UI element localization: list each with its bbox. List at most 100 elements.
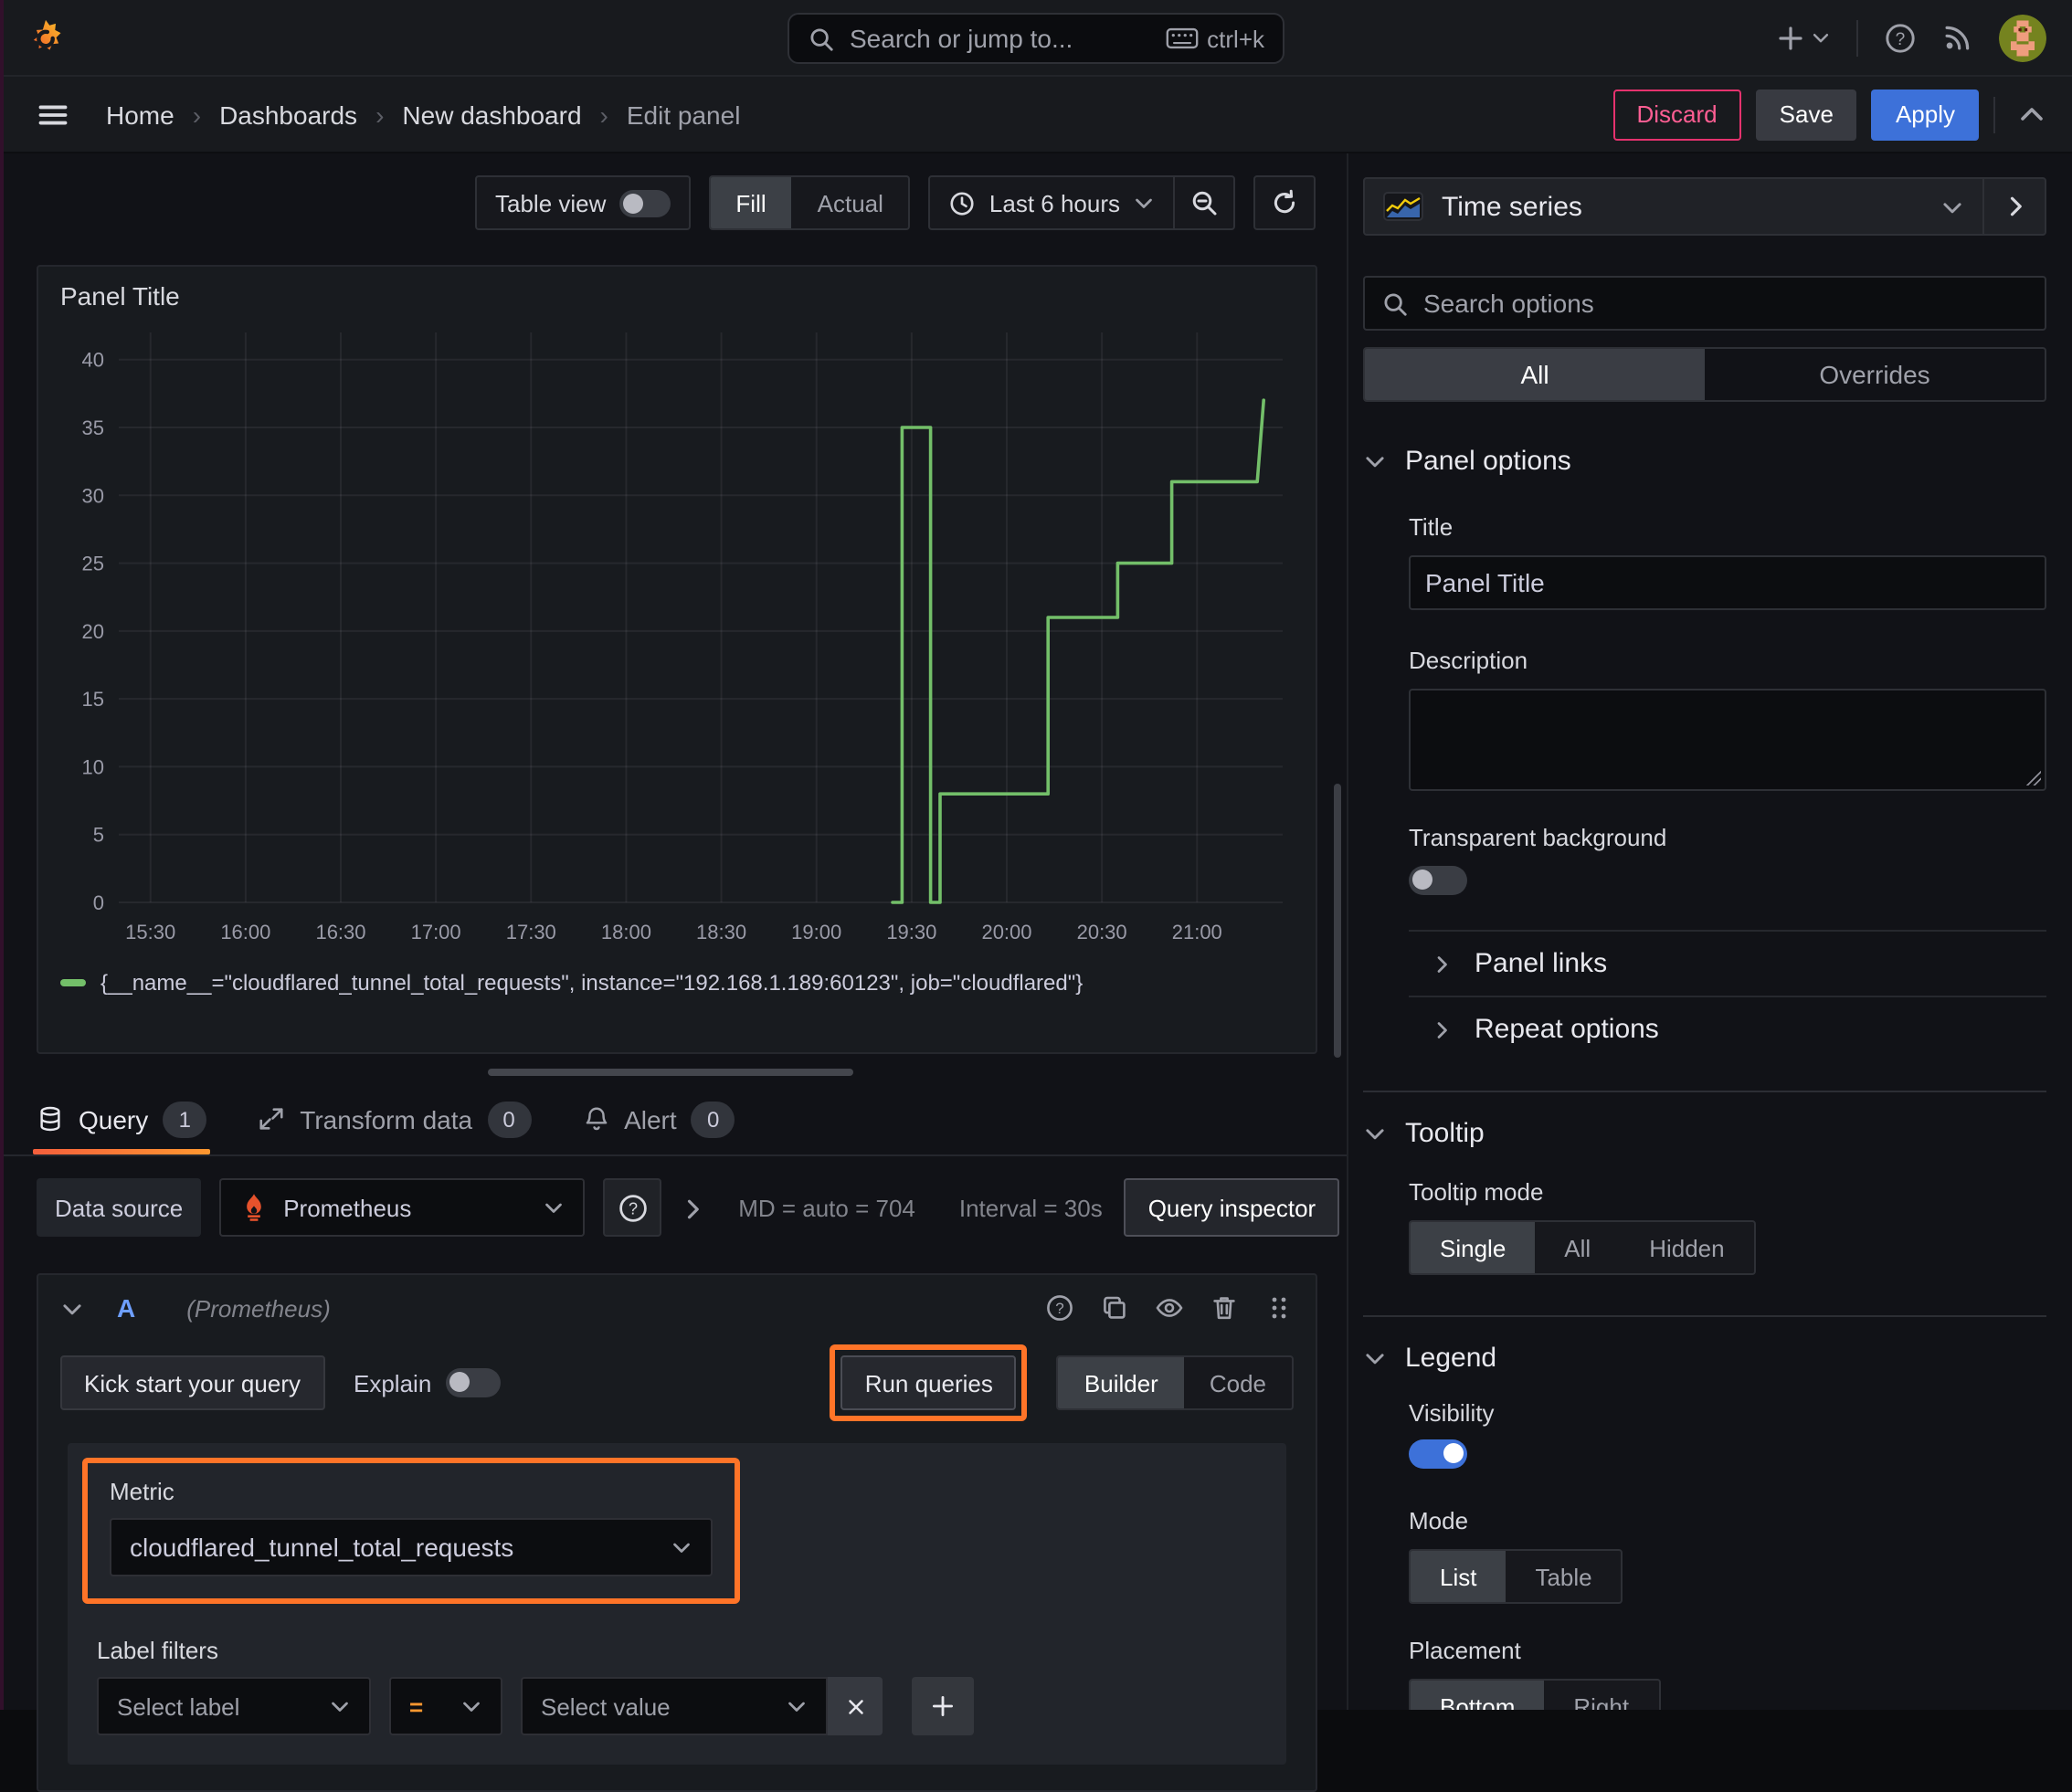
delete-query-button[interactable] [1210,1292,1239,1323]
panel-title[interactable]: Panel Title [38,267,1316,311]
series-label[interactable]: {__name__="cloudflared_tunnel_total_requ… [100,970,1083,996]
select-value-placeholder: Select value [541,1692,671,1720]
tooltip-mode-all[interactable]: All [1535,1222,1620,1273]
label-filters-label: Label filters [97,1637,218,1664]
query-actions [1045,1292,1294,1323]
builder-option[interactable]: Builder [1058,1357,1184,1408]
explain-toggle[interactable] [446,1368,502,1397]
discard-button[interactable]: Discard [1612,89,1741,140]
query-inspector-button[interactable]: Query inspector [1124,1178,1340,1237]
legend-mode-switch: List Table [1409,1549,1623,1604]
news-button[interactable] [1942,22,1973,53]
query-editor-card: A (Prometheus) Kick start your query Exp… [37,1273,1317,1792]
query-ref-id[interactable]: A [117,1293,135,1323]
chevron-right-icon [680,1196,705,1222]
tooltip-header[interactable]: Tooltip [1363,1118,2046,1149]
svg-text:16:30: 16:30 [315,921,365,943]
placement-right[interactable]: Right [1544,1681,1658,1710]
chevron-down-icon [1811,27,1831,47]
code-option[interactable]: Code [1184,1357,1292,1408]
keyboard-icon [1165,27,1198,49]
placement-bottom[interactable]: Bottom [1411,1681,1545,1710]
duplicate-query-button[interactable] [1100,1292,1129,1323]
plus-icon [930,1693,956,1719]
grafana-logo[interactable] [26,17,66,58]
collapse-options-button[interactable] [2017,99,2046,129]
tooltip-mode-label: Tooltip mode [1409,1178,1544,1206]
panel-links-section[interactable]: Panel links [1409,930,2046,996]
close-icon [843,1694,867,1718]
run-queries-button[interactable]: Run queries [840,1355,1017,1410]
panel-options-header[interactable]: Panel options [1363,446,2046,477]
fill-option[interactable]: Fill [710,177,792,228]
svg-text:35: 35 [82,416,104,439]
query-help-button[interactable] [1045,1292,1074,1323]
tab-overrides[interactable]: Overrides [1705,349,2045,400]
transparent-background-toggle[interactable] [1409,866,1467,895]
vertical-scrollbar[interactable] [1334,784,1341,1058]
user-avatar[interactable] [1999,14,2046,61]
actual-option[interactable]: Actual [792,177,909,228]
operator-value: = [409,1692,424,1720]
tooltip-mode-single[interactable]: Single [1411,1222,1536,1273]
chevron-down-icon [1363,449,1387,473]
expand-options-button[interactable] [680,1193,705,1221]
breadcrumb-home[interactable]: Home [106,100,174,129]
topbar-actions [1776,14,2046,61]
repeat-options-section[interactable]: Repeat options [1409,996,2046,1061]
panel-preview: Panel Title 0 5 10 15 20 25 30 35 40 15:30 16:00 16… [37,265,1317,1054]
legend-header[interactable]: Legend [1363,1343,2046,1374]
zoom-out-button[interactable] [1175,188,1233,217]
select-label-dropdown[interactable]: Select label [97,1677,371,1735]
visualization-select[interactable]: Time series [1365,179,1982,234]
resize-grip[interactable] [2024,769,2041,785]
tab-query[interactable]: Query 1 [32,1083,211,1154]
tooltip-mode-hidden[interactable]: Hidden [1620,1222,1753,1273]
options-search-input[interactable] [1423,289,2028,318]
copy-icon [1100,1294,1129,1323]
collapse-query-chevron[interactable] [60,1296,84,1320]
collapse-sidebar-button[interactable] [1982,179,2045,234]
metric-select[interactable]: cloudflared_tunnel_total_requests [110,1518,713,1576]
new-menu-button[interactable] [1776,23,1831,52]
legend-mode-table[interactable]: Table [1506,1551,1621,1602]
timeseries-chart[interactable]: 0 5 10 15 20 25 30 35 40 15:30 16:00 16:30 17:00 17:3… [57,318,1294,961]
tab-all[interactable]: All [1365,349,1705,400]
apply-button[interactable]: Apply [1871,89,1979,140]
save-button[interactable]: Save [1755,89,1857,140]
remove-filter-button[interactable] [828,1677,883,1735]
metric-value: cloudflared_tunnel_total_requests [130,1533,514,1562]
panel-options-body: Title Panel Title Description Transparen… [1363,513,2046,1061]
zoom-out-icon [1189,188,1219,217]
select-value-dropdown[interactable]: Select value [521,1677,828,1735]
breadcrumb-dashboards[interactable]: Dashboards [219,100,357,129]
placement-label: Placement [1409,1637,1521,1664]
tab-transform-data[interactable]: Transform data 0 [258,1083,532,1154]
time-range-picker[interactable]: Last 6 hours [931,177,1173,228]
breadcrumb-new-dashboard[interactable]: New dashboard [402,100,581,129]
datasource-picker[interactable]: Prometheus [219,1178,586,1237]
panel-edit-actions: Discard Save Apply [1612,89,2047,140]
avatar-image [1999,14,2046,61]
help-button[interactable] [1884,21,1917,54]
table-view-toggle[interactable] [618,189,671,216]
chevron-down-icon [1133,192,1155,214]
operator-dropdown[interactable]: = [389,1677,502,1735]
legend-mode-list[interactable]: List [1411,1551,1506,1602]
series-color-mark[interactable] [60,979,86,986]
refresh-button[interactable] [1255,188,1314,217]
kick-start-button[interactable]: Kick start your query [60,1355,324,1410]
window-edge [0,0,4,1710]
description-textarea[interactable] [1409,689,2046,791]
tab-alert[interactable]: Alert 0 [582,1083,735,1154]
title-input[interactable]: Panel Title [1409,555,2046,610]
drag-handle[interactable] [1264,1292,1294,1323]
datasource-help-button[interactable] [603,1178,662,1237]
horizontal-scrollbar[interactable] [488,1069,853,1076]
mega-menu-button[interactable] [37,98,69,131]
global-search[interactable]: Search or jump to... ctrl+k [788,13,1284,64]
toggle-visibility-button[interactable] [1155,1292,1184,1323]
legend-visibility-toggle[interactable] [1409,1439,1467,1469]
add-filter-button[interactable] [912,1677,974,1735]
query-options-summary[interactable]: MD = auto = 704 Interval = 30s [738,1194,1103,1221]
